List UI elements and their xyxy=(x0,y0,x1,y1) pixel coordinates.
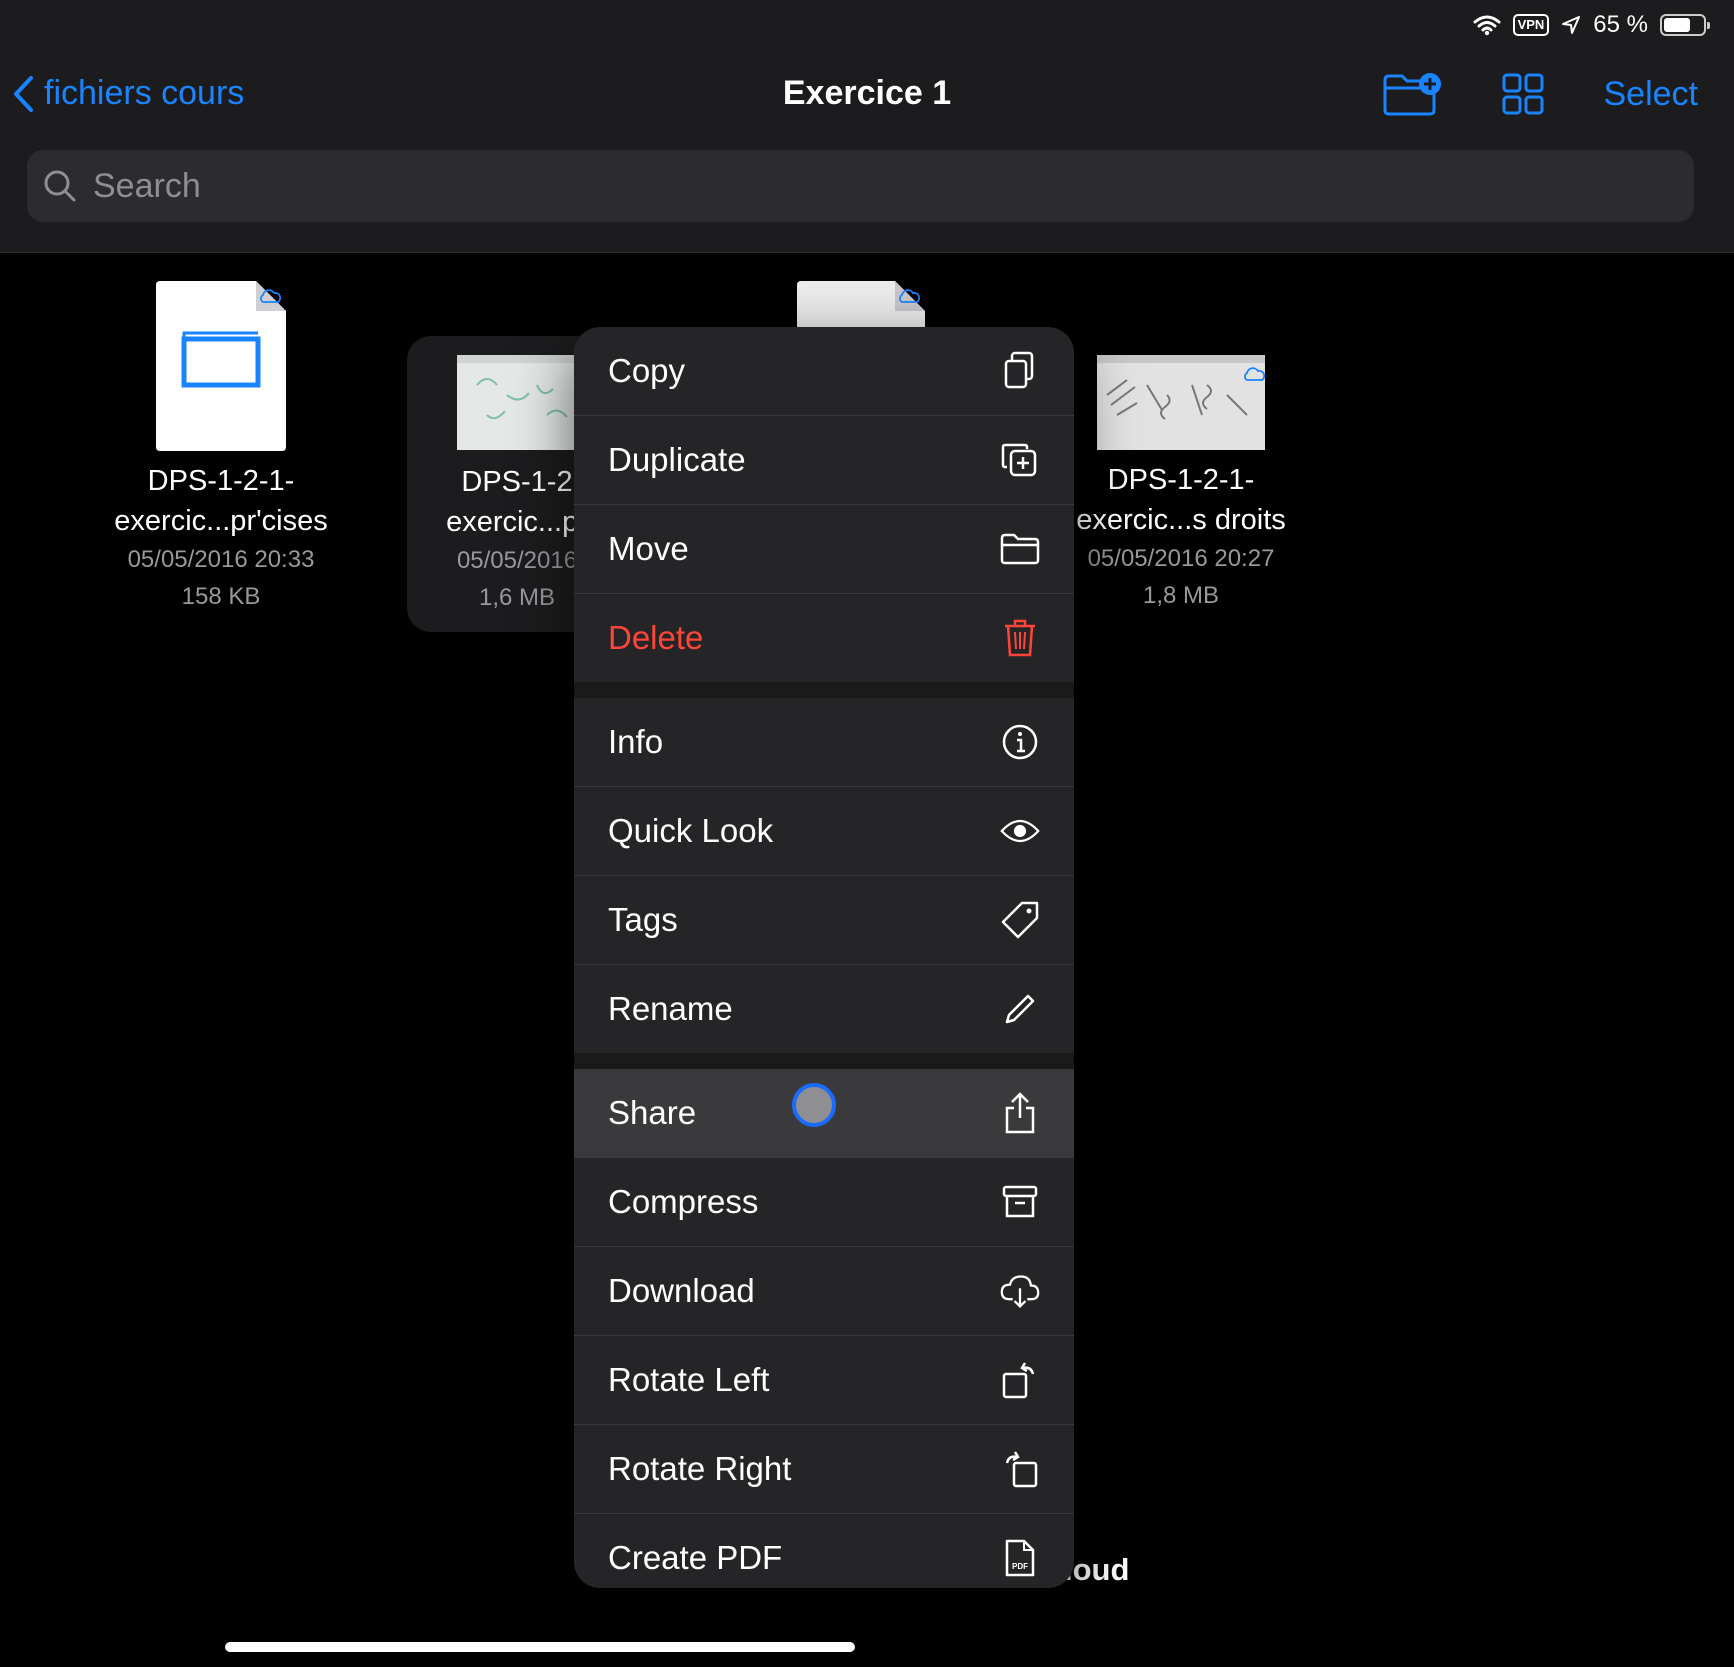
trash-icon xyxy=(1000,618,1040,658)
file-item[interactable] xyxy=(797,281,927,331)
menu-item-label: Move xyxy=(608,530,689,567)
menu-item-rotate-left[interactable]: Rotate Left xyxy=(574,1336,1074,1425)
battery-percentage: 65 % xyxy=(1593,11,1648,38)
tag-icon xyxy=(1000,900,1040,940)
info-icon xyxy=(1000,722,1040,762)
menu-item-label: Quick Look xyxy=(608,812,774,849)
menu-item-label: Rotate Right xyxy=(608,1450,792,1487)
menu-item-rename[interactable]: Rename xyxy=(574,965,1074,1053)
menu-item-tags[interactable]: Tags xyxy=(574,876,1074,965)
rotate-right-icon xyxy=(1000,1449,1040,1489)
search-icon xyxy=(44,170,76,202)
menu-item-label: Create PDF xyxy=(608,1539,783,1576)
search-bar[interactable] xyxy=(27,150,1694,222)
file-name: exercic...s droits xyxy=(1076,504,1286,536)
file-name: DPS-1-2-1- xyxy=(147,465,295,497)
menu-item-label: Download xyxy=(608,1272,755,1309)
menu-item-duplicate[interactable]: Duplicate xyxy=(574,416,1074,505)
file-size: 1,8 MB xyxy=(1142,582,1220,609)
document-thumbnail xyxy=(1097,355,1265,450)
menu-item-info[interactable]: Info xyxy=(574,698,1074,787)
pointer-cursor xyxy=(792,1083,836,1127)
menu-item-move[interactable]: Move xyxy=(574,505,1074,594)
document-icon xyxy=(156,281,286,451)
new-folder-icon[interactable] xyxy=(1382,72,1442,116)
folder-icon xyxy=(1000,529,1040,569)
menu-item-delete[interactable]: Delete xyxy=(574,594,1074,682)
archive-box-icon xyxy=(1000,1182,1040,1222)
search-input[interactable] xyxy=(91,165,1595,207)
menu-item-share[interactable]: Share xyxy=(574,1069,1074,1158)
grid-view-icon[interactable] xyxy=(1502,73,1544,115)
share-icon xyxy=(1000,1092,1040,1134)
wifi-icon xyxy=(1473,15,1501,36)
nav-actions: Select xyxy=(1382,72,1699,116)
file-item[interactable]: DPS-1-2-1- exercic...s droits 05/05/2016… xyxy=(1061,355,1301,614)
menu-item-label: Info xyxy=(608,723,664,760)
context-menu: Copy Duplicate Move Delete Info Quick Lo… xyxy=(574,327,1074,1588)
cloud-download-icon xyxy=(1000,1271,1040,1311)
back-label: fichiers cours xyxy=(44,74,245,112)
file-date: 05/05/2016 20:27 xyxy=(1087,545,1275,572)
pdf-document-icon: PDF xyxy=(1000,1538,1040,1578)
vpn-badge: VPN xyxy=(1512,14,1550,36)
file-name: DPS-1-2-1- xyxy=(1107,464,1255,496)
duplicate-icon xyxy=(1000,440,1040,480)
menu-item-label: Rename xyxy=(608,990,733,1027)
file-size: 158 KB xyxy=(181,583,261,610)
svg-text:PDF: PDF xyxy=(1012,1562,1028,1571)
chevron-left-icon xyxy=(14,75,33,112)
menu-item-compress[interactable]: Compress xyxy=(574,1158,1074,1247)
back-button[interactable]: fichiers cours xyxy=(12,74,244,113)
file-item[interactable]: DPS-1-2-1- exercic...pr'cises 05/05/2016… xyxy=(81,281,361,615)
menu-item-rotate-right[interactable]: Rotate Right xyxy=(574,1425,1074,1514)
menu-item-quick-look[interactable]: Quick Look xyxy=(574,787,1074,876)
rotate-left-icon xyxy=(1000,1360,1040,1400)
home-indicator xyxy=(225,1642,855,1652)
file-name: exercic...pr'cises xyxy=(114,505,328,537)
file-date: 05/05/2016 20:33 xyxy=(127,546,315,573)
menu-separator xyxy=(574,1053,1074,1069)
menu-item-label: Duplicate xyxy=(608,441,746,478)
select-button[interactable]: Select xyxy=(1604,75,1699,114)
menu-item-label: Compress xyxy=(608,1183,759,1220)
status-bar: VPN 65 % xyxy=(1473,8,1710,42)
menu-item-label: Tags xyxy=(608,901,678,938)
location-arrow-icon xyxy=(1562,16,1581,34)
eye-icon xyxy=(1000,811,1040,851)
copy-icon xyxy=(1000,351,1040,391)
pencil-icon xyxy=(1000,989,1040,1029)
menu-item-create-pdf[interactable]: Create PDF PDF xyxy=(574,1514,1074,1588)
document-icon xyxy=(797,281,925,331)
menu-item-label: Rotate Left xyxy=(608,1361,770,1398)
menu-item-label: Copy xyxy=(608,352,686,389)
menu-item-copy[interactable]: Copy xyxy=(574,327,1074,416)
menu-item-download[interactable]: Download xyxy=(574,1247,1074,1336)
battery-icon xyxy=(1660,14,1710,36)
menu-separator xyxy=(574,682,1074,698)
top-bar: VPN 65 % fichiers cours Exercice 1 Selec… xyxy=(0,0,1734,253)
menu-item-label: Delete xyxy=(608,619,704,656)
